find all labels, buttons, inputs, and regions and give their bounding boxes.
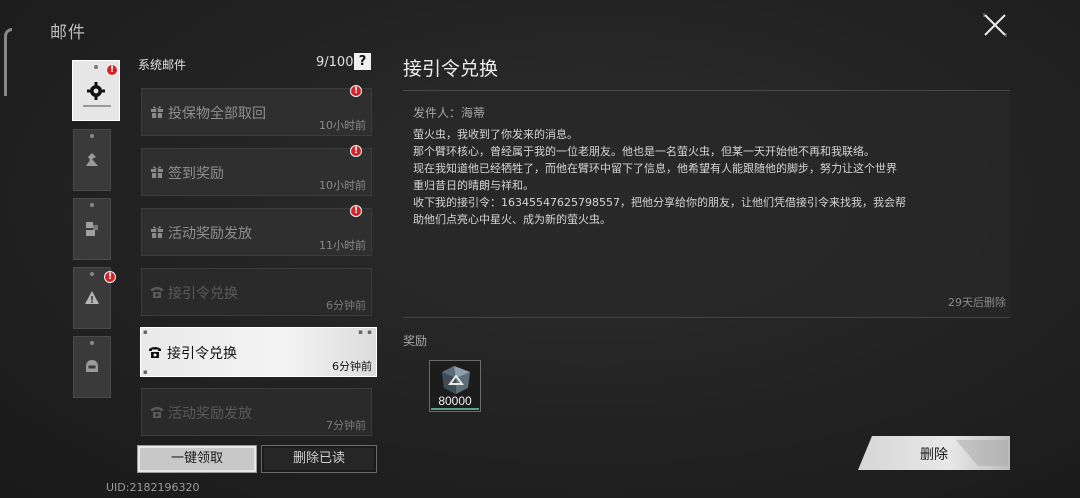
mail-item-time: 7分钟前 (326, 419, 366, 432)
unread-dot: ! (350, 145, 362, 157)
help-button[interactable]: ? (354, 53, 371, 70)
body-line: 那个臂环核心，曾经属于我的一位老朋友。他也是一名萤火虫，但某一天开始他不再和我联… (413, 145, 875, 158)
reward-label: 奖励 (403, 334, 428, 348)
corner-mark: ▪ (143, 368, 149, 376)
delete-label: 删除 (920, 447, 948, 463)
mail-item-time: 10小时前 (319, 179, 366, 192)
divider (403, 90, 1010, 91)
category-tab-system[interactable]: ! (72, 60, 120, 121)
mail-item-title: 接引令兑换 (168, 286, 238, 302)
crystal-icon (442, 366, 470, 394)
mail-item-time: 10小时前 (319, 119, 366, 132)
mail-item-time: 6分钟前 (332, 360, 372, 373)
body-line: 收下我的接引令：16345547625798557，把他分享给你的朋友，让他们凭… (413, 196, 906, 209)
mail-item[interactable]: 接引令兑换 6分钟前 (141, 268, 372, 316)
gift-icon (150, 224, 164, 243)
sender-line: 发件人：海蒂 (413, 106, 486, 120)
mail-list: 投保物全部取回 10小时前 ! 签到奖励 10小时前 ! 活动奖励发放 11小时… (140, 85, 377, 448)
mail-item[interactable]: 活动奖励发放 7分钟前 (141, 388, 372, 436)
mail-body: 萤火虫，我收到了你发来的消息。 那个臂环核心，曾经属于我的一位老朋友。他也是一名… (413, 126, 908, 228)
list-header: 系统邮件 (138, 58, 187, 72)
window-title: 邮件 (50, 23, 86, 43)
category-tab-3[interactable] (73, 198, 111, 260)
figure-icon (86, 153, 98, 166)
unread-dot: ! (104, 271, 116, 283)
mail-item-title: 签到奖励 (168, 166, 224, 182)
gear-icon (87, 81, 105, 100)
gift-icon (150, 164, 164, 183)
mail-item-title: 活动奖励发放 (168, 406, 252, 422)
reward-amount: 80000 (438, 394, 472, 408)
mail-item[interactable]: 活动奖励发放 11小时前 ! (141, 205, 372, 256)
body-line: 重归昔日的晴朗与祥和。 (413, 179, 534, 192)
unread-dot: ! (350, 205, 362, 217)
detail-title: 接引令兑换 (403, 58, 499, 80)
category-tab-2[interactable] (73, 129, 111, 191)
edge-bracket (4, 28, 12, 96)
mail-item-title: 活动奖励发放 (168, 226, 252, 242)
corner-mark: ▪ ▪ (358, 328, 373, 336)
unread-dot: ! (106, 64, 118, 76)
phone-icon (150, 284, 164, 303)
claim-all-button[interactable]: 一键领取 (137, 445, 257, 473)
mail-item-title: 投保物全部取回 (168, 106, 266, 122)
body-line: 现在我知道他已经牺牲了，而他在臂环中留下了信息，他希望有人能跟随他的脚步，努力让… (413, 162, 897, 175)
category-tab-4[interactable]: ! (73, 267, 116, 329)
expire-text: 29天后删除 (948, 296, 1006, 309)
mask-icon (86, 360, 98, 372)
reward-item[interactable]: 80000 (429, 360, 481, 412)
close-button[interactable] (978, 8, 1012, 42)
warning-icon (85, 291, 99, 304)
uid-label: UID:2182196320 (106, 481, 200, 494)
body-line: 助他们点亮心中星火、成为新的萤火虫。 (413, 213, 611, 226)
reward-bar (431, 408, 479, 410)
mail-item-time: 6分钟前 (326, 299, 366, 312)
delete-button[interactable]: 删除 (858, 436, 1010, 470)
mail-item-selected[interactable]: ▪ ▪ ▪ ▪ 接引令兑换 6分钟前 (140, 327, 377, 377)
blocks-icon (86, 222, 98, 236)
delete-read-button[interactable]: 删除已读 (261, 445, 377, 473)
unread-dot: ! (350, 85, 362, 97)
mail-item-title: 接引令兑换 (167, 346, 237, 362)
category-tab-5[interactable] (73, 336, 111, 398)
mail-item[interactable]: 签到奖励 10小时前 ! (141, 145, 372, 196)
phone-icon (150, 404, 164, 423)
mail-item[interactable]: 投保物全部取回 10小时前 ! (141, 85, 372, 136)
gift-icon (150, 104, 164, 123)
close-icon (983, 13, 1007, 37)
mail-item-time: 11小时前 (319, 239, 366, 252)
mail-count: 9/100 (316, 55, 354, 70)
phone-icon (148, 344, 162, 363)
corner-mark: ▪ (143, 328, 149, 336)
body-line: 萤火虫，我收到了你发来的消息。 (413, 128, 578, 141)
